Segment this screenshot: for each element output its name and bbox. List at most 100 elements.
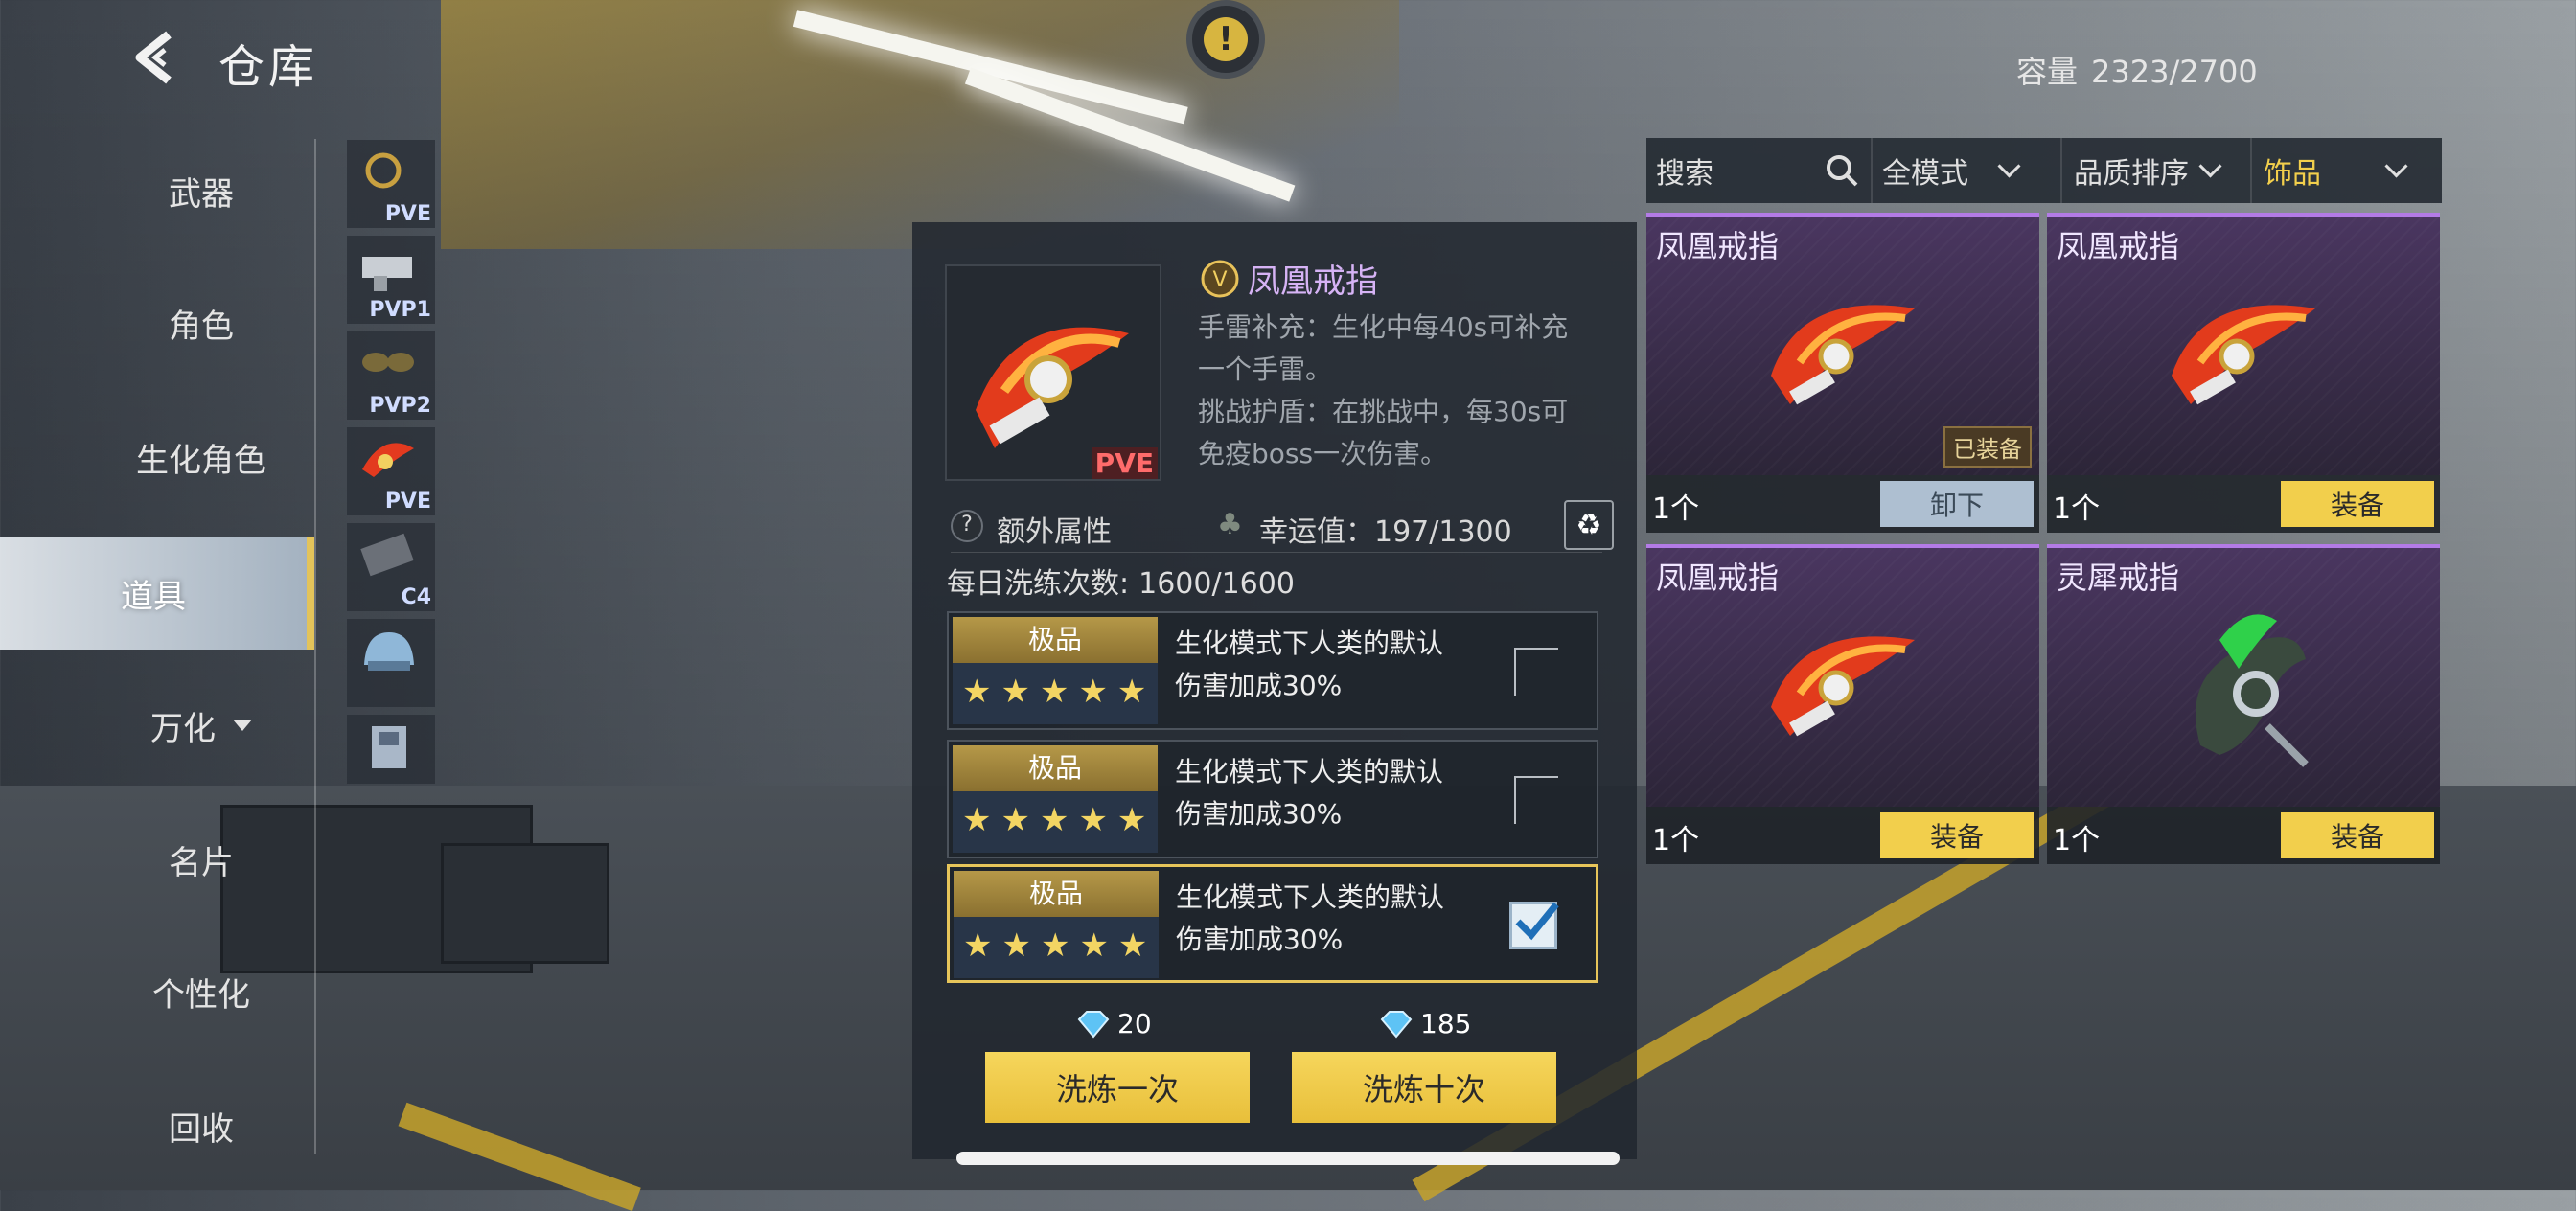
nav-item-items[interactable]: 道具 xyxy=(0,537,314,650)
grade-label: 极品 xyxy=(953,745,1158,791)
inventory-card[interactable]: 凤凰戒指 xyxy=(1646,544,2039,807)
nav-item-zombie-characters[interactable]: 生化角色 xyxy=(0,400,402,514)
attribute-line: 生化模式下人类的默认 xyxy=(1175,628,1444,659)
item-name: 凤凰戒指 xyxy=(1248,263,1378,301)
home-indicator[interactable] xyxy=(956,1152,1620,1165)
clover-icon: ♣ xyxy=(1217,508,1243,541)
nav-item-label: 万化 xyxy=(150,709,216,748)
phoenix-ring-icon xyxy=(362,443,414,477)
attribute-checkbox[interactable] xyxy=(1514,776,1558,824)
daily-refine-count: 每日洗练次数: 1600/1600 xyxy=(947,560,1295,602)
phoenix-ring-image xyxy=(2172,305,2315,405)
question-icon[interactable]: ? xyxy=(951,510,983,542)
sub-tab-headset-ring[interactable]: PVE xyxy=(347,140,435,228)
nav-item-wanhua[interactable]: 万化 xyxy=(0,669,402,782)
inventory-card[interactable]: 凤凰戒指 xyxy=(2047,213,2440,475)
nav-item-personalize[interactable]: 个性化 xyxy=(0,935,402,1048)
diamond-icon xyxy=(1077,1010,1110,1039)
sort-dropdown-value: 品质排序 xyxy=(2074,157,2189,191)
nav-item-cards[interactable]: 名片 xyxy=(0,803,402,916)
sub-tab-tag: PVP2 xyxy=(369,394,431,418)
attribute-row[interactable]: 极品 ★★★★★ 生化模式下人类的默认 伤害加成30% xyxy=(947,611,1598,730)
attribute-text: 生化模式下人类的默认 伤害加成30% xyxy=(1176,877,1483,961)
nav-item-label: 武器 xyxy=(169,174,234,214)
category-dropdown-value: 饰品 xyxy=(2264,157,2321,191)
nav-item-label: 回收 xyxy=(169,1109,234,1149)
card-item-name: 凤凰戒指 xyxy=(2057,228,2180,264)
equip-button[interactable]: 装备 xyxy=(2281,812,2434,858)
inventory-card[interactable]: 凤凰戒指 已装备 xyxy=(1646,213,2039,475)
card-footer: 1个 装备 xyxy=(1646,807,2039,864)
star-rating: ★★★★★ xyxy=(962,673,1157,711)
card-count: 1个 xyxy=(2053,492,2101,526)
daily-value: 1600/1600 xyxy=(1138,567,1295,601)
card-count: 1个 xyxy=(1652,824,1700,857)
gun-part-icon xyxy=(362,257,412,291)
diamond-icon xyxy=(1380,1010,1413,1039)
cost-ten: 185 xyxy=(1378,1008,1471,1040)
refine-once-button[interactable]: 洗炼一次 xyxy=(985,1052,1250,1123)
chevron-down-icon xyxy=(2384,153,2408,178)
svg-text:V: V xyxy=(1212,268,1227,292)
sub-tab-armor[interactable] xyxy=(347,715,435,784)
desc-line: 挑战护盾：在挑战中，每30s可 xyxy=(1198,396,1569,427)
attribute-text: 生化模式下人类的默认 伤害加成30% xyxy=(1175,623,1482,707)
card-count: 1个 xyxy=(2053,824,2101,857)
headset-ring-icon xyxy=(365,152,402,189)
sub-tab-gun-part[interactable]: PVP1 xyxy=(347,236,435,324)
inventory-card[interactable]: 灵犀戒指 xyxy=(2047,544,2440,807)
card-footer: 1个 装备 xyxy=(2047,475,2440,533)
equip-button[interactable]: 装备 xyxy=(2281,481,2434,527)
luck-number: 197/1300 xyxy=(1374,515,1512,549)
attribute-checkbox[interactable] xyxy=(1514,648,1558,696)
card-footer: 1个 装备 xyxy=(2047,807,2440,864)
sub-tab-tag: PVE xyxy=(384,202,431,226)
attribute-line: 生化模式下人类的默认 xyxy=(1175,756,1444,788)
card-item-name: 凤凰戒指 xyxy=(1656,228,1780,264)
attribute-line: 伤害加成30% xyxy=(1175,798,1343,830)
mode-dropdown[interactable]: 全模式 xyxy=(1873,138,2062,203)
divider xyxy=(951,552,1602,553)
daily-label: 每日洗练次数: xyxy=(947,567,1130,601)
phoenix-ring-image xyxy=(1771,636,1915,737)
nav-item-characters[interactable]: 角色 xyxy=(0,266,402,379)
filter-bar: 搜索 全模式 品质排序 饰品 xyxy=(1646,138,2442,203)
search-field[interactable]: 搜索 xyxy=(1646,138,1873,203)
helmet-icon xyxy=(364,632,414,671)
sub-tab-phoenix-ring[interactable]: PVE xyxy=(347,427,435,515)
cost-ten-value: 185 xyxy=(1420,1008,1472,1040)
nav-item-label: 个性化 xyxy=(152,975,250,1015)
attribute-checkbox-checked[interactable] xyxy=(1509,902,1559,949)
rarity-v-badge-icon: V xyxy=(1201,260,1239,297)
nav-item-weapons[interactable]: 武器 xyxy=(0,134,402,247)
background-crate xyxy=(441,843,610,964)
sub-tab-helmet[interactable] xyxy=(347,619,435,707)
attribute-grade-badge: 极品 ★★★★★ xyxy=(954,871,1159,978)
attribute-grade-badge: 极品 ★★★★★ xyxy=(953,617,1158,724)
attribute-line: 伤害加成30% xyxy=(1176,924,1344,955)
sort-dropdown[interactable]: 品质排序 xyxy=(2062,138,2252,203)
goggles-icon xyxy=(362,353,414,372)
card-item-name: 凤凰戒指 xyxy=(1656,560,1780,596)
attribute-row[interactable]: 极品 ★★★★★ 生化模式下人类的默认 伤害加成30% xyxy=(947,740,1598,858)
sub-tab-goggles[interactable]: PVP2 xyxy=(347,331,435,420)
attribute-line: 伤害加成30% xyxy=(1175,670,1343,701)
card-footer: 1个 卸下 xyxy=(1646,475,2039,533)
attribute-row-selected[interactable]: 极品 ★★★★★ 生化模式下人类的默认 伤害加成30% xyxy=(947,864,1598,983)
category-dropdown[interactable]: 饰品 xyxy=(2252,138,2442,203)
luck-value: 幸运值：197/1300 xyxy=(1259,508,1512,550)
attribute-grade-badge: 极品 ★★★★★ xyxy=(953,745,1158,853)
phoenix-ring-image xyxy=(1771,305,1915,405)
alert-icon[interactable]: ! xyxy=(1186,0,1265,79)
chevron-down-icon xyxy=(1997,153,2021,178)
equip-button[interactable]: 装备 xyxy=(1880,812,2034,858)
recycle-icon[interactable]: ♻ xyxy=(1564,500,1614,550)
nav-item-recycle[interactable]: 回收 xyxy=(0,1069,402,1182)
capacity-label: 容量 xyxy=(2016,54,2079,90)
sub-tab-c4[interactable]: C4 xyxy=(347,523,435,611)
search-icon xyxy=(1827,155,1858,187)
back-arrow-icon[interactable] xyxy=(126,29,184,86)
unequip-button[interactable]: 卸下 xyxy=(1880,481,2034,527)
refine-ten-button[interactable]: 洗炼十次 xyxy=(1292,1052,1556,1123)
nav-divider xyxy=(314,139,316,1154)
